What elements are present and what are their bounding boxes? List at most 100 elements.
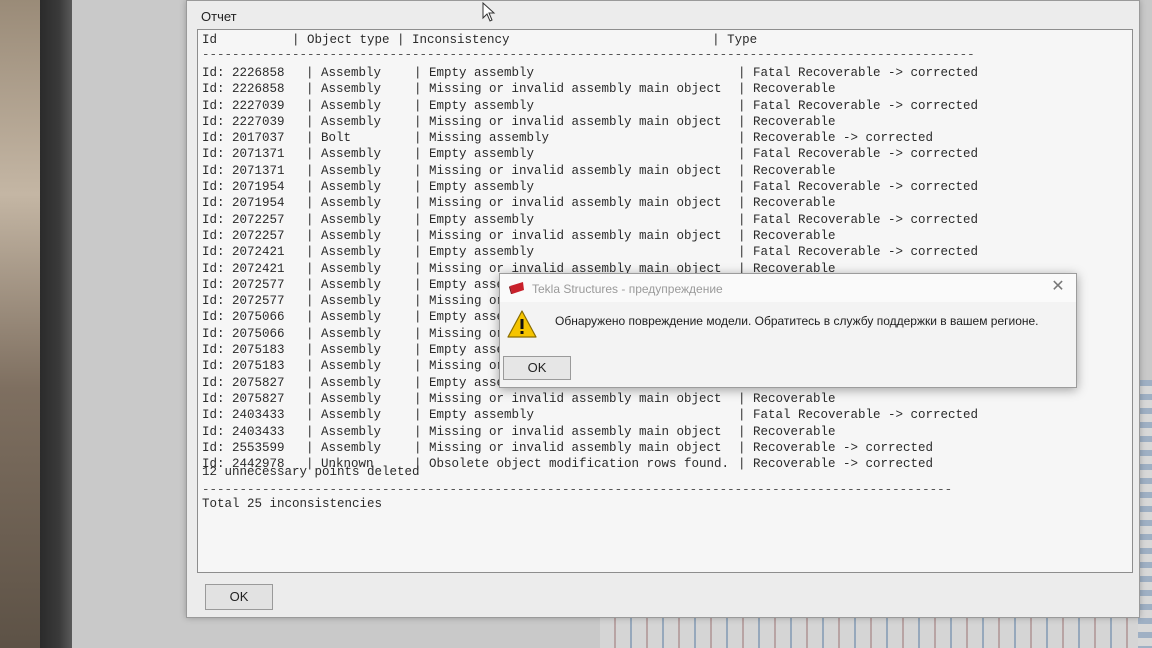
table-row: Id: 2072421 | Assembly | Empty assembly | F…: [202, 244, 978, 260]
tekla-app-icon: [509, 282, 524, 294]
row-type: | Recoverable -> corrected: [738, 131, 934, 146]
row-inconsistency: | Empty assembly: [414, 408, 535, 423]
row-object-type: | Assembly: [306, 375, 382, 390]
row-id: Id: 2075183: [202, 359, 285, 374]
desk-background: [0, 0, 40, 648]
row-object-type: | Assembly: [306, 294, 382, 309]
warning-dialog: Tekla Structures - предупреждение ✕ Обна…: [499, 273, 1077, 388]
row-object-type: | Assembly: [306, 359, 382, 374]
row-id: Id: 2403433: [202, 408, 285, 423]
report-window-title: Отчет: [201, 9, 237, 24]
row-inconsistency: | Missing assembly: [414, 131, 550, 146]
row-object-type: | Assembly: [306, 212, 382, 227]
row-object-type: | Assembly: [306, 424, 382, 439]
row-inconsistency: | Empty assembly: [414, 245, 535, 260]
table-row: Id: 2071371 | Assembly | Missing or invali…: [202, 163, 978, 179]
table-row: Id: 2072257 | Assembly | Missing or invali…: [202, 228, 978, 244]
row-id: Id: 2071371: [202, 147, 285, 162]
header-separator: ----------------------------------------…: [202, 50, 974, 60]
row-id: Id: 2071954: [202, 196, 285, 211]
footer-separator: ----------------------------------------…: [202, 485, 954, 495]
row-inconsistency: | Missing or invalid assembly main objec…: [414, 163, 722, 178]
row-id: Id: 2553599: [202, 440, 285, 455]
table-row: Id: 2226858 | Assembly | Missing or invali…: [202, 81, 978, 97]
dialog-titlebar[interactable]: Tekla Structures - предупреждение ✕: [500, 274, 1076, 302]
row-object-type: | Assembly: [306, 98, 382, 113]
row-inconsistency: | Missing or invalid assembly main objec…: [414, 424, 722, 439]
row-type: | Recoverable: [738, 82, 836, 97]
table-row: Id: 2403433 | Assembly | Empty assembly | F…: [202, 407, 978, 423]
row-type: | Fatal Recoverable -> corrected: [738, 147, 979, 162]
row-object-type: | Assembly: [306, 326, 382, 341]
row-object-type: | Assembly: [306, 114, 382, 129]
row-inconsistency: | Missing or invalid assembly main objec…: [414, 196, 722, 211]
row-type: | Fatal Recoverable -> corrected: [738, 98, 979, 113]
dialog-title: Tekla Structures - предупреждение: [532, 282, 723, 296]
close-icon[interactable]: ✕: [1050, 279, 1066, 295]
table-row: Id: 2403433 | Assembly | Missing or invali…: [202, 424, 978, 440]
row-type: | Fatal Recoverable -> corrected: [738, 180, 979, 195]
table-row: Id: 2071371 | Assembly | Empty assembly | F…: [202, 146, 978, 162]
row-id: Id: 2403433: [202, 424, 285, 439]
row-id: Id: 2072257: [202, 228, 285, 243]
row-type: | Recoverable: [738, 114, 836, 129]
row-object-type: | Assembly: [306, 310, 382, 325]
row-object-type: | Assembly: [306, 180, 382, 195]
row-inconsistency: | Empty assembly: [414, 180, 535, 195]
row-type: | Recoverable: [738, 196, 836, 211]
row-object-type: | Assembly: [306, 277, 382, 292]
report-column-header: Id | Object type | Inconsistency | Type: [202, 33, 758, 47]
dialog-message: Обнаружено повреждение модели. Обратитес…: [555, 314, 1039, 328]
row-id: Id: 2017037: [202, 131, 285, 146]
row-object-type: | Assembly: [306, 66, 382, 80]
row-id: Id: 2226858: [202, 66, 285, 80]
row-id: Id: 2075827: [202, 391, 285, 406]
row-id: Id: 2072577: [202, 277, 285, 292]
row-inconsistency: | Missing or invalid assembly main objec…: [414, 82, 722, 97]
row-id: Id: 2071371: [202, 163, 285, 178]
table-row: Id: 2072257 | Assembly | Empty assembly | F…: [202, 212, 978, 228]
row-object-type: | Bolt: [306, 131, 352, 146]
row-type: | Recoverable: [738, 228, 836, 243]
table-row: Id: 2071954 | Assembly | Missing or invali…: [202, 195, 978, 211]
row-inconsistency: | Obsolete object modification rows foun…: [414, 457, 730, 472]
row-id: Id: 2072421: [202, 261, 285, 276]
row-id: Id: 2075183: [202, 343, 285, 358]
row-type: | Fatal Recoverable -> corrected: [738, 212, 979, 227]
row-type: | Recoverable -> corrected: [738, 457, 934, 472]
row-type: | Fatal Recoverable -> corrected: [738, 245, 979, 260]
table-row: Id: 2227039 | Assembly | Empty assembly | F…: [202, 98, 978, 114]
row-type: | Recoverable: [738, 391, 836, 406]
model-view-edge: [1138, 380, 1152, 648]
row-object-type: | Assembly: [306, 163, 382, 178]
row-inconsistency: | Empty assembly: [414, 212, 535, 227]
report-ok-button[interactable]: OK: [205, 584, 273, 610]
row-inconsistency: | Missing or invalid assembly main objec…: [414, 114, 722, 129]
row-id: Id: 2227039: [202, 98, 285, 113]
row-object-type: | Assembly: [306, 82, 382, 97]
row-type: | Fatal Recoverable -> corrected: [738, 408, 979, 423]
table-row: Id: 2553599 | Assembly | Missing or invali…: [202, 440, 978, 456]
row-id: Id: 2075827: [202, 375, 285, 390]
points-deleted-note: 12 unnecessary points deleted: [202, 465, 420, 479]
row-type: | Recoverable: [738, 424, 836, 439]
table-row: Id: 2226858 | Assembly | Empty assembly | F…: [202, 65, 978, 81]
row-id: Id: 2072577: [202, 294, 285, 309]
total-inconsistencies: Total 25 inconsistencies: [202, 497, 383, 511]
dialog-ok-button[interactable]: OK: [503, 356, 571, 380]
row-inconsistency: | Empty assembly: [414, 147, 535, 162]
row-id: Id: 2226858: [202, 82, 285, 97]
row-id: Id: 2072257: [202, 212, 285, 227]
row-object-type: | Assembly: [306, 343, 382, 358]
row-id: Id: 2072421: [202, 245, 285, 260]
row-object-type: | Assembly: [306, 408, 382, 423]
row-object-type: | Assembly: [306, 245, 382, 260]
table-row: Id: 2227039 | Assembly | Missing or invali…: [202, 114, 978, 130]
row-object-type: | Assembly: [306, 261, 382, 276]
report-rows: Id: 2226858 | Assembly | Empty assembly | F…: [202, 65, 978, 472]
row-inconsistency: | Missing or invalid assembly main objec…: [414, 440, 722, 455]
row-inconsistency: | Empty assembly: [414, 66, 535, 80]
row-object-type: | Assembly: [306, 391, 382, 406]
warning-icon: [507, 310, 537, 338]
row-id: Id: 2071954: [202, 180, 285, 195]
